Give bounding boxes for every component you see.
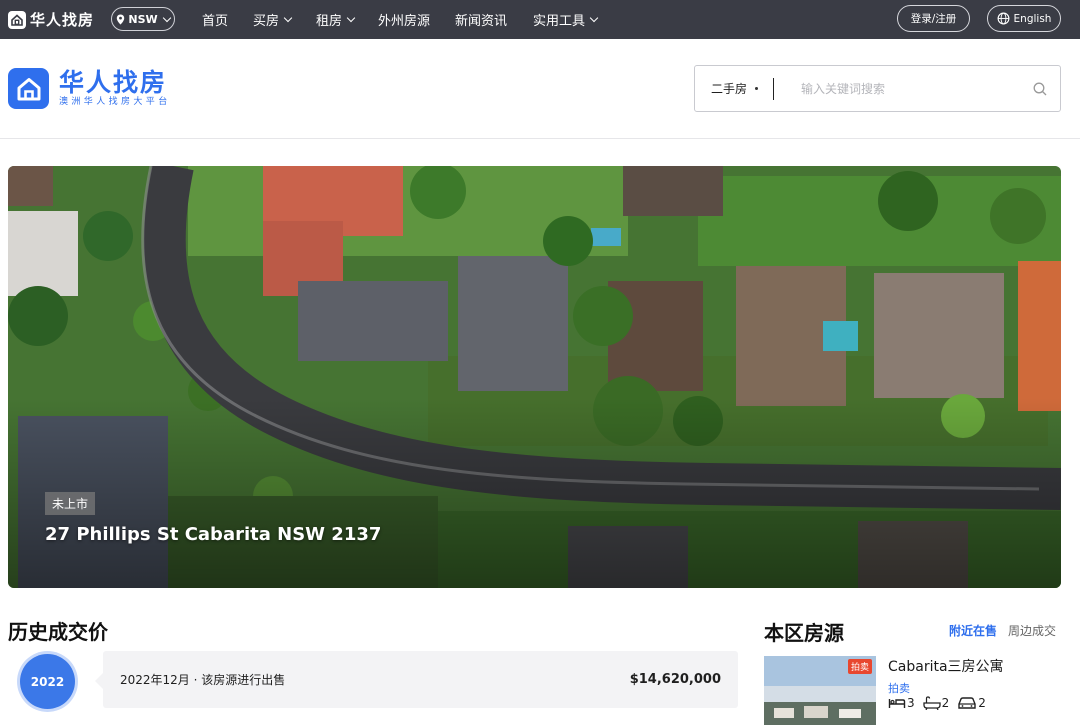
nav-rent[interactable]: 租房 xyxy=(316,0,356,39)
bathrooms-feature: 2 xyxy=(922,696,950,710)
chevron-down-icon xyxy=(346,13,356,23)
search-bar: 二手房 xyxy=(694,65,1061,112)
local-listings-tabs: 附近在售 周边成交 xyxy=(949,622,1056,639)
chevron-down-icon xyxy=(162,13,171,22)
nav-news[interactable]: 新闻资讯 xyxy=(455,0,507,39)
history-price: $14,620,000 xyxy=(629,672,721,687)
history-record-card: 2022年12月 · 该房源进行出售 $14,620,000 xyxy=(95,651,738,708)
brand-logo[interactable]: 华人找房 澳洲华人找房大平台 xyxy=(8,68,171,109)
bathrooms-count: 2 xyxy=(941,696,950,710)
bedrooms-count: 3 xyxy=(907,696,915,710)
local-listings-title: 本区房源 xyxy=(764,621,844,645)
region-label: NSW xyxy=(128,12,158,26)
nav-interstate-label: 外州房源 xyxy=(378,14,431,29)
brand-slogan: 澳洲华人找房大平台 xyxy=(59,96,171,107)
nav-buy-label: 买房 xyxy=(253,14,280,29)
chevron-down-icon xyxy=(589,13,599,23)
nav-rent-label: 租房 xyxy=(316,14,343,29)
car-icon xyxy=(958,697,976,709)
login-label: 登录/注册 xyxy=(910,13,957,25)
nav-news-label: 新闻资讯 xyxy=(455,14,508,29)
topbar-logo-text: 华人找房 xyxy=(30,11,95,29)
nav-interstate[interactable]: 外州房源 xyxy=(378,0,430,39)
property-address: 27 Phillips St Cabarita NSW 2137 xyxy=(45,524,382,545)
tab-nearby-for-sale[interactable]: 附近在售 xyxy=(949,622,997,639)
listing-thumbnail[interactable]: 拍卖 xyxy=(764,656,876,725)
parking-feature: 2 xyxy=(957,696,986,710)
bath-icon xyxy=(922,696,941,710)
search-category-label: 二手房 xyxy=(711,82,748,96)
top-nav-bar: 华人找房 NSW 首页 买房 租房 外州房源 新闻资讯 实用工具 登录/注册 E… xyxy=(0,0,1080,39)
brand-name: 华人找房 xyxy=(59,67,168,97)
language-button[interactable]: English xyxy=(987,5,1061,32)
hero-property-image[interactable]: 未上市 27 Phillips St Cabarita NSW 2137 xyxy=(8,166,1061,588)
house-logo-icon xyxy=(8,68,49,109)
tab-nearby-sold[interactable]: 周边成交 xyxy=(1008,622,1056,639)
topbar-logo[interactable]: 华人找房 xyxy=(8,9,94,30)
site-header: 华人找房 澳洲华人找房大平台 二手房 xyxy=(0,39,1080,139)
history-year-badge: 2022 xyxy=(20,654,75,709)
nav-tools[interactable]: 实用工具 xyxy=(533,0,599,39)
history-title: 历史成交价 xyxy=(8,620,108,644)
listing-sale-type: 拍卖 xyxy=(888,682,910,695)
search-icon xyxy=(1033,82,1047,95)
search-button[interactable] xyxy=(1020,69,1060,109)
house-logo-icon xyxy=(8,10,26,29)
listing-status-badge: 未上市 xyxy=(45,492,96,515)
nav-tools-label: 实用工具 xyxy=(533,14,586,29)
language-label: English xyxy=(1013,12,1052,25)
listing-features: 3 2 2 xyxy=(888,696,986,710)
nav-buy[interactable]: 买房 xyxy=(253,0,293,39)
login-button[interactable]: 登录/注册 xyxy=(897,5,970,32)
parking-count: 2 xyxy=(978,696,986,710)
bedrooms-feature: 3 xyxy=(888,696,915,710)
globe-icon xyxy=(997,12,1009,25)
search-category-dropdown[interactable]: 二手房 xyxy=(695,80,773,97)
chevron-down-icon xyxy=(283,13,293,23)
search-input[interactable] xyxy=(774,68,1020,109)
history-event-text: 2022年12月 · 该房源进行出售 xyxy=(120,673,286,687)
location-pin-icon xyxy=(117,14,125,24)
listing-title[interactable]: Cabarita三房公寓 xyxy=(888,656,1004,676)
nav-home[interactable]: 首页 xyxy=(202,0,228,39)
nav-home-label: 首页 xyxy=(202,14,229,29)
region-selector[interactable]: NSW xyxy=(111,7,175,31)
bed-icon xyxy=(888,699,906,708)
dropdown-dot-icon xyxy=(755,87,759,90)
auction-tag: 拍卖 xyxy=(847,659,872,674)
